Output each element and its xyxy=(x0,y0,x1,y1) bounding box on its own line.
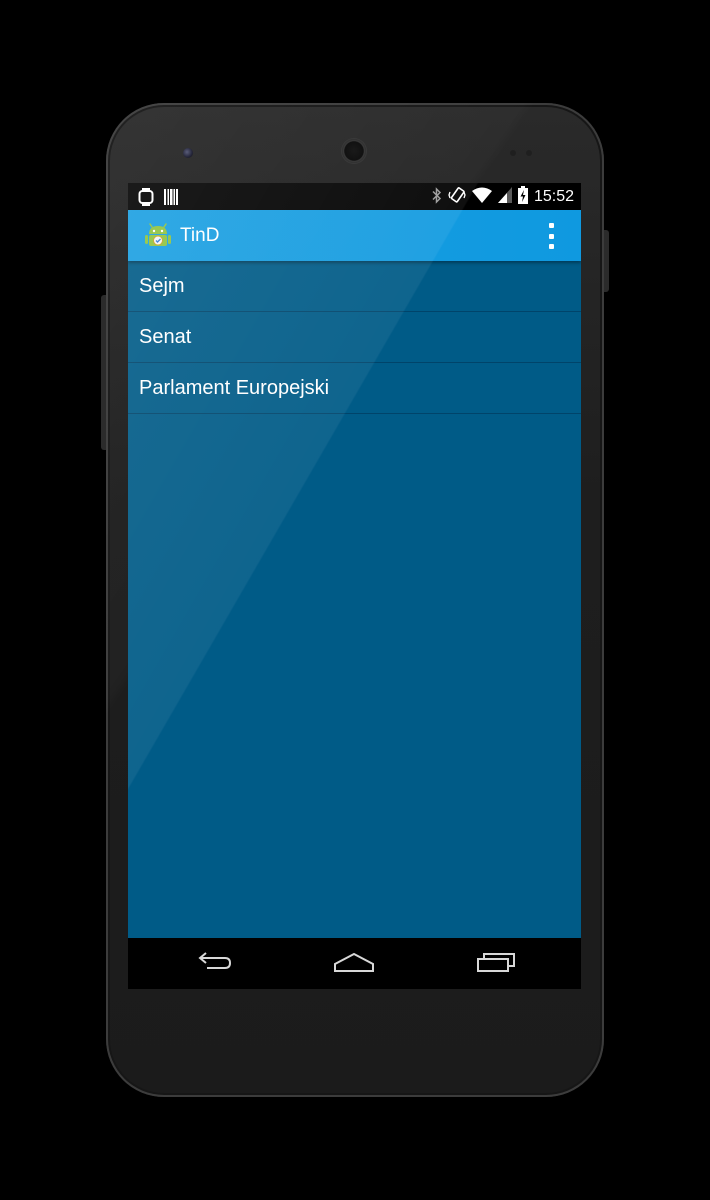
status-time: 15:52 xyxy=(533,188,574,205)
category-list: Sejm Senat Parlament Europejski xyxy=(128,261,581,414)
android-app-icon[interactable] xyxy=(144,222,172,250)
wifi-icon xyxy=(471,187,492,207)
proximity-sensor xyxy=(510,150,516,156)
signal-icon xyxy=(497,187,512,207)
front-camera xyxy=(183,148,193,158)
back-button[interactable] xyxy=(169,938,259,989)
recents-button[interactable] xyxy=(451,938,541,989)
navigation-bar xyxy=(128,938,581,989)
overflow-menu-icon[interactable] xyxy=(541,223,561,249)
back-icon xyxy=(195,951,233,977)
list-item[interactable]: Parlament Europejski xyxy=(128,363,581,414)
home-button[interactable] xyxy=(309,938,399,989)
screen: 15:52 TinD Sejm Senat Parlament Europejs… xyxy=(128,183,581,989)
app-title: TinD xyxy=(180,225,220,246)
list-item[interactable]: Sejm xyxy=(128,261,581,312)
light-sensor xyxy=(526,150,532,156)
recents-icon xyxy=(476,951,516,977)
status-bar: 15:52 xyxy=(128,183,581,210)
list-item-label: Senat xyxy=(139,326,192,348)
list-item[interactable]: Senat xyxy=(128,312,581,363)
watch-icon xyxy=(138,188,154,210)
action-bar: TinD xyxy=(128,210,581,261)
list-item-label: Sejm xyxy=(139,275,185,297)
list-item-label: Parlament Europejski xyxy=(139,377,330,399)
vibrate-icon xyxy=(448,186,466,208)
battery-charging-icon xyxy=(517,186,528,208)
barcode-icon xyxy=(164,189,178,209)
earpiece-speaker xyxy=(342,139,366,163)
bluetooth-icon xyxy=(432,186,442,208)
home-icon xyxy=(333,951,375,977)
